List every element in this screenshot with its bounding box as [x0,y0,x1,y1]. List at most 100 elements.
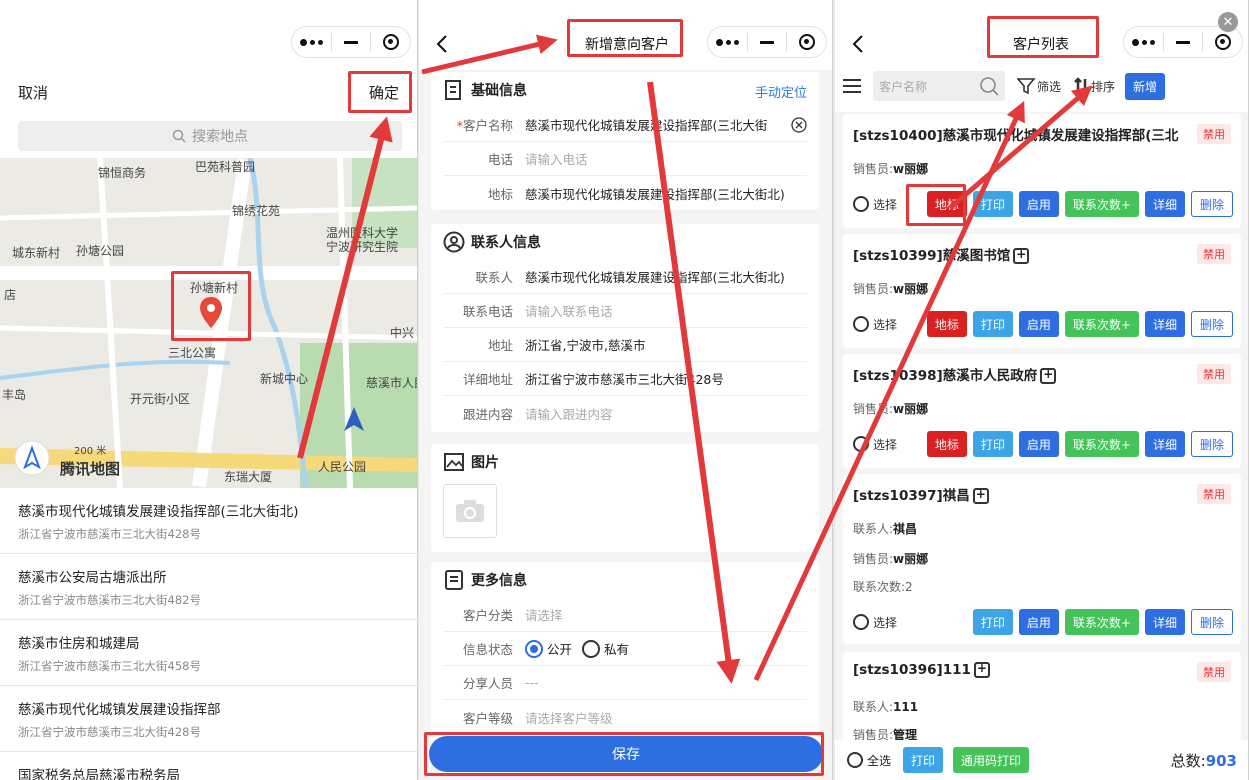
copy-icon[interactable] [1040,367,1057,384]
list-footer: 全选 打印 通用码打印 总数:903 [835,740,1248,780]
new-customer-button[interactable]: 新增 [1125,72,1166,100]
select-option[interactable]: 选择 [853,614,897,631]
locate-me-icon[interactable] [14,440,50,476]
customer-card[interactable]: [stzs10397]祺昌 禁用 联系人:祺昌 销售员:w丽娜 联系次数:2 选… [843,474,1241,644]
map-view[interactable]: 锦恒商务 巴苑科普园 锦绣花苑 温州医科大学 宁波研究生院 城东新村 孙塘公园 … [0,158,417,488]
field-label: 地标 [487,186,513,202]
confirm-button[interactable]: 确定 [369,82,399,103]
landmark-button[interactable]: 地标 [926,191,967,217]
close-icon[interactable]: ✕ [1218,12,1238,32]
detail-button[interactable]: 详细 [1144,191,1185,217]
select-option[interactable]: 选择 [853,436,897,453]
category-field[interactable]: 客户分类 请选择 [443,598,807,632]
copy-icon[interactable] [973,662,990,678]
clear-icon[interactable] [791,116,807,133]
select-option[interactable]: 选择 [853,196,897,213]
landmark-field[interactable]: 地标 慈溪市现代化城镇发展建设指挥部(三北大街北) [443,176,807,210]
customer-level-field[interactable]: 客户等级 请选择客户等级 [443,700,807,734]
save-button[interactable]: 保存 [429,736,823,772]
poi-address: 浙江省宁波市慈溪市三北大街428号 [18,725,201,739]
copy-icon[interactable] [972,487,989,504]
customer-search-input[interactable]: 客户名称 [873,71,1005,101]
customer-card[interactable]: [stzs10399]慈溪图书馆 禁用 销售员:w丽娜 选择 地标 打印 启用 … [843,234,1241,348]
field-label: 客户分类 [462,608,513,623]
detail-button[interactable]: 详细 [1144,311,1185,337]
customer-actions: 选择 打印 启用 联系次数+ 详细 删除 [853,608,1233,636]
manual-locate-link[interactable]: 手动定位 [755,82,807,101]
generic-code-print-button[interactable]: 通用码打印 [953,747,1030,773]
delete-button[interactable]: 删除 [1190,431,1233,457]
select-option[interactable]: 选择 [853,316,897,333]
minimize-icon[interactable] [332,26,371,58]
contact-count-button[interactable]: 联系次数+ [1064,609,1139,635]
enable-button[interactable]: 启用 [1018,311,1059,337]
print-button[interactable]: 打印 [972,311,1013,337]
delete-button[interactable]: 删除 [1190,311,1233,337]
public-radio[interactable] [525,639,543,658]
poi-item[interactable]: 国家税务总局慈溪市税务局 [0,752,417,780]
detail-button[interactable]: 详细 [1144,431,1185,457]
customer-name-field[interactable]: *客户名称 慈溪市现代化城镇发展建设指挥部(三北大街 [443,108,807,142]
minimize-icon[interactable] [1164,26,1203,58]
print-button[interactable]: 打印 [972,609,1013,635]
copy-icon[interactable] [1013,247,1030,264]
contact-count-button[interactable]: 联系次数+ [1064,191,1139,217]
contact-count-button[interactable]: 联系次数+ [1064,311,1139,337]
poi-item[interactable]: 慈溪市公安局古塘派出所 浙江省宁波市慈溪市三北大街482号 [0,554,417,620]
map-label: 慈溪市人民 [366,376,417,390]
more-icon[interactable] [292,26,331,58]
contact-count-button[interactable]: 联系次数+ [1064,431,1139,457]
sort-label: 排序 [1091,79,1116,94]
landmark-button[interactable]: 地标 [926,431,967,457]
map-label: 孙塘新村 [190,281,239,295]
customer-card[interactable]: [stzs10396]111 禁用 联系人:111 销售员:管理 [843,652,1241,742]
map-label: 丰岛 [2,388,27,402]
customer-name: [stzs10397]祺昌 [853,484,1183,504]
landmark-button[interactable]: 地标 [926,311,967,337]
poi-item[interactable]: 慈溪市现代化城镇发展建设指挥部(三北大街北) 浙江省宁波市慈溪市三北大街428号 [0,488,417,554]
print-button[interactable]: 打印 [972,191,1013,217]
batch-print-button[interactable]: 打印 [903,747,944,773]
customer-card[interactable]: [stzs10398]慈溪市人民政府 禁用 销售员:w丽娜 选择 地标 打印 启… [843,354,1241,468]
contact-phone-field[interactable]: 联系电话 请输入联系电话 [443,294,807,328]
delete-button[interactable]: 删除 [1190,191,1233,217]
photo-upload-button[interactable] [443,484,497,538]
field-label: 跟进内容 [462,406,513,422]
sort-button[interactable]: 排序 [1073,77,1115,95]
private-radio[interactable] [582,639,601,658]
target-icon[interactable] [371,26,410,58]
map-scale: 200 米 [74,446,107,457]
enable-button[interactable]: 启用 [1018,191,1059,217]
poi-item[interactable]: 慈溪市现代化城镇发展建设指挥部 浙江省宁波市慈溪市三北大街428号 [0,686,417,752]
share-person-field[interactable]: 分享人员 --- [443,666,807,700]
menu-icon[interactable] [843,75,861,97]
select-all-option[interactable]: 全选 [847,752,891,769]
follow-up-field[interactable]: 跟进内容 请输入跟进内容 [443,396,807,430]
more-icon[interactable] [708,26,747,58]
customer-card[interactable]: [stzs10400]慈溪市现代化城镇发展建设指挥部(三北 禁用 销售员:w丽娜… [843,114,1241,228]
filter-label: 筛选 [1037,79,1062,94]
enable-button[interactable]: 启用 [1018,609,1059,635]
poi-item[interactable]: 慈溪市住房和城建局 浙江省宁波市慈溪市三北大街458号 [0,620,417,686]
phone-field[interactable]: 电话 请输入电话 [443,142,807,176]
address-field[interactable]: 地址 浙江省,宁波市,慈溪市 [443,328,807,362]
navigation-arrow-icon [344,407,364,431]
search-placeholder: 客户名称 [879,79,928,94]
delete-button[interactable]: 删除 [1190,609,1233,635]
minimize-icon[interactable] [748,26,787,58]
cancel-button[interactable]: 取消 [18,82,48,103]
enable-button[interactable]: 启用 [1018,431,1059,457]
notes-icon [445,570,463,590]
contact-person-field[interactable]: 联系人 慈溪市现代化城镇发展建设指挥部(三北大街北) [443,260,807,294]
filter-button[interactable]: 筛选 [1017,77,1061,95]
more-icon[interactable] [1124,26,1163,58]
back-icon[interactable] [851,34,865,54]
target-icon[interactable] [787,26,826,58]
print-button[interactable]: 打印 [972,431,1013,457]
customer-list-panel: 客户列表 ✕ 客户名称 筛选 排序 新增 [stzs10400]慈溪市现代化城镇… [835,0,1249,780]
detail-button[interactable]: 详细 [1144,609,1185,635]
location-search-input[interactable]: 搜索地点 [18,121,402,151]
detail-address-field[interactable]: 详细地址 浙江省宁波市慈溪市三北大街428号 [443,362,807,396]
back-icon[interactable] [435,34,449,54]
map-picker-panel: 取消 确定 搜索地点 锦恒商务 巴苑科普园 锦绣花苑 温州医科大学 宁波研究生院… [0,0,418,780]
